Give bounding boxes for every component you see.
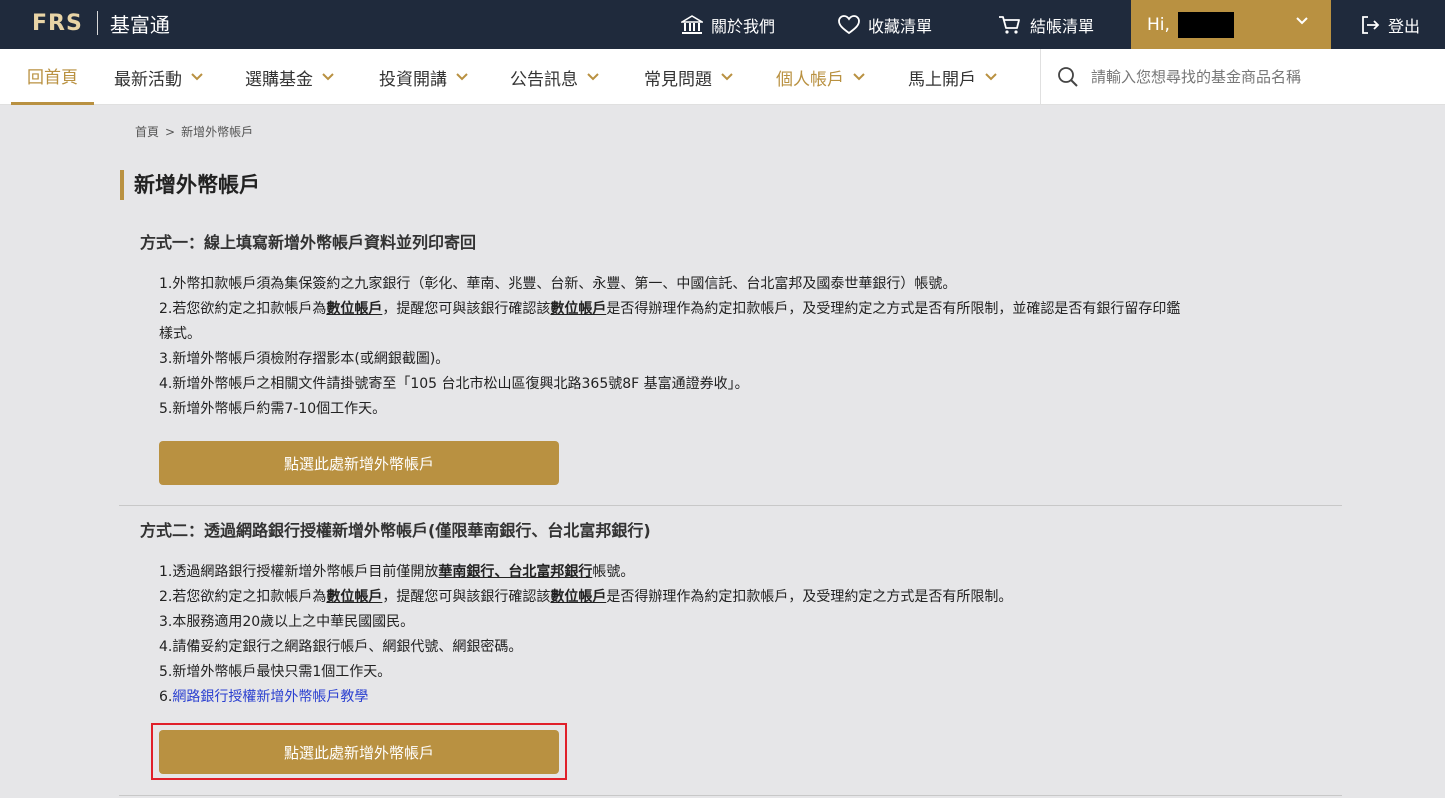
chevron-down-icon xyxy=(721,73,733,81)
nav-buy-funds-label: 選購基金 xyxy=(245,69,313,90)
logo-mark: FRS xyxy=(32,10,83,36)
method2-item-5: 5.新增外幣帳戶最快只需1個工作天。 xyxy=(159,664,392,680)
method2-item-6: 6.網路銀行授權新增外幣帳戶教學 xyxy=(159,689,369,705)
method1-title: 方式一：線上填寫新增外幣帳戶資料並列印寄回 xyxy=(140,233,477,252)
redacted-username xyxy=(1177,11,1234,38)
method1-item-3: 3.新增外幣帳戶須檢附存摺影本(或網銀截圖)。 xyxy=(159,351,450,367)
logout-link[interactable]: 登出 xyxy=(1360,0,1420,49)
method2-add-account-button[interactable]: 點選此處新增外幣帳戶 xyxy=(159,730,559,774)
nav-buy-funds[interactable]: 選購基金 xyxy=(245,49,334,105)
brand-logo[interactable]: FRS 基富通 xyxy=(32,10,170,37)
nav-announcements-label: 公告訊息 xyxy=(510,69,578,90)
cart-label: 結帳清單 xyxy=(1030,16,1095,36)
greeting-text: Hi, xyxy=(1147,14,1170,35)
nav-investment-talks[interactable]: 投資開講 xyxy=(379,49,468,105)
logout-icon xyxy=(1362,15,1380,34)
method1-list: 1.外幣扣款帳戶須為集保簽約之九家銀行（彰化、華南、兆豐、台新、永豐、第一、中國… xyxy=(159,272,1339,422)
fund-search xyxy=(1040,49,1445,105)
about-us-link[interactable]: 關於我們 xyxy=(681,0,775,49)
method2-title: 方式二：透過網路銀行授權新增外幣帳戶(僅限華南銀行、台北富邦銀行) xyxy=(140,521,651,540)
page-title: 新增外幣帳戶 xyxy=(120,170,260,200)
main-nav: 回首頁 最新活動 選購基金 投資開講 公告訊息 常見問題 個人帳戶 馬上開戶 xyxy=(0,49,1445,105)
nav-home-label: 回首頁 xyxy=(27,68,78,88)
search-icon[interactable] xyxy=(1057,66,1079,88)
about-us-label: 關於我們 xyxy=(711,16,776,36)
logout-label: 登出 xyxy=(1388,16,1421,36)
chevron-down-icon xyxy=(456,73,468,81)
top-bar: FRS 基富通 關於我們 收藏清單 結帳清單 Hi, 登出 xyxy=(0,0,1445,49)
nav-latest-events[interactable]: 最新活動 xyxy=(114,49,203,105)
nav-open-account-label: 馬上開戶 xyxy=(908,69,976,90)
method1-item-5: 5.新增外幣帳戶約需7-10個工作天。 xyxy=(159,401,387,417)
chevron-down-icon xyxy=(191,73,203,81)
method2-item-4: 4.請備妥約定銀行之網路銀行帳戶、網銀代號、網銀密碼。 xyxy=(159,639,523,655)
section-divider-bottom xyxy=(119,795,1342,796)
tutorial-link[interactable]: 網路銀行授權新增外幣帳戶教學 xyxy=(172,689,368,705)
nav-faq-label: 常見問題 xyxy=(644,69,712,90)
breadcrumb-home[interactable]: 首頁 xyxy=(135,125,159,139)
nav-faq[interactable]: 常見問題 xyxy=(644,49,733,105)
method2-list: 1.透過網路銀行授權新增外幣帳戶目前僅開放華南銀行、台北富邦銀行帳號。 2.若您… xyxy=(159,560,1339,710)
method2-item-2: 2.若您欲約定之扣款帳戶為數位帳戶，提醒您可與該銀行確認該數位帳戶是否得辦理作為… xyxy=(159,589,1013,605)
search-input[interactable] xyxy=(1091,68,1411,86)
logo-name: 基富通 xyxy=(109,12,170,37)
nav-personal-account[interactable]: 個人帳戶 xyxy=(776,49,865,105)
chevron-down-icon xyxy=(322,73,334,81)
breadcrumb: 首頁 > 新增外幣帳戶 xyxy=(135,123,253,140)
heart-icon xyxy=(838,14,860,34)
cart-icon xyxy=(999,15,1020,34)
method1-item-4: 4.新增外幣帳戶之相關文件請掛號寄至「105 台北市松山區復興北路365號8F … xyxy=(159,376,749,392)
logo-divider xyxy=(96,11,98,35)
chevron-down-icon xyxy=(587,73,599,81)
nav-latest-events-label: 最新活動 xyxy=(114,69,182,90)
bank-icon xyxy=(681,14,703,34)
method1-add-account-button[interactable]: 點選此處新增外幣帳戶 xyxy=(159,441,559,485)
favorites-link[interactable]: 收藏清單 xyxy=(838,0,932,49)
nav-investment-talks-label: 投資開講 xyxy=(379,69,447,90)
method1-item-2-cont: 樣式。 xyxy=(159,326,201,342)
user-menu[interactable]: Hi, xyxy=(1131,0,1331,49)
method2-item-1: 1.透過網路銀行授權新增外幣帳戶目前僅開放華南銀行、台北富邦銀行帳號。 xyxy=(159,564,635,580)
method2-item-3: 3.本服務適用20歲以上之中華民國國民。 xyxy=(159,614,415,630)
nav-open-account[interactable]: 馬上開戶 xyxy=(908,49,997,105)
section-divider xyxy=(119,505,1342,506)
chevron-down-icon xyxy=(985,73,997,81)
nav-home[interactable]: 回首頁 xyxy=(11,49,94,105)
method1-item-1: 1.外幣扣款帳戶須為集保簽約之九家銀行（彰化、華南、兆豐、台新、永豐、第一、中國… xyxy=(159,276,957,292)
chevron-down-icon xyxy=(1296,17,1308,25)
cart-link[interactable]: 結帳清單 xyxy=(998,0,1094,49)
nav-announcements[interactable]: 公告訊息 xyxy=(510,49,599,105)
breadcrumb-current: 新增外幣帳戶 xyxy=(181,125,254,139)
breadcrumb-separator: > xyxy=(165,125,176,139)
nav-personal-account-label: 個人帳戶 xyxy=(776,69,844,90)
method1-item-2: 2.若您欲約定之扣款帳戶為數位帳戶，提醒您可與該銀行確認該數位帳戶是否得辦理作為… xyxy=(159,301,1181,317)
chevron-down-icon xyxy=(853,73,865,81)
favorites-label: 收藏清單 xyxy=(868,16,933,36)
